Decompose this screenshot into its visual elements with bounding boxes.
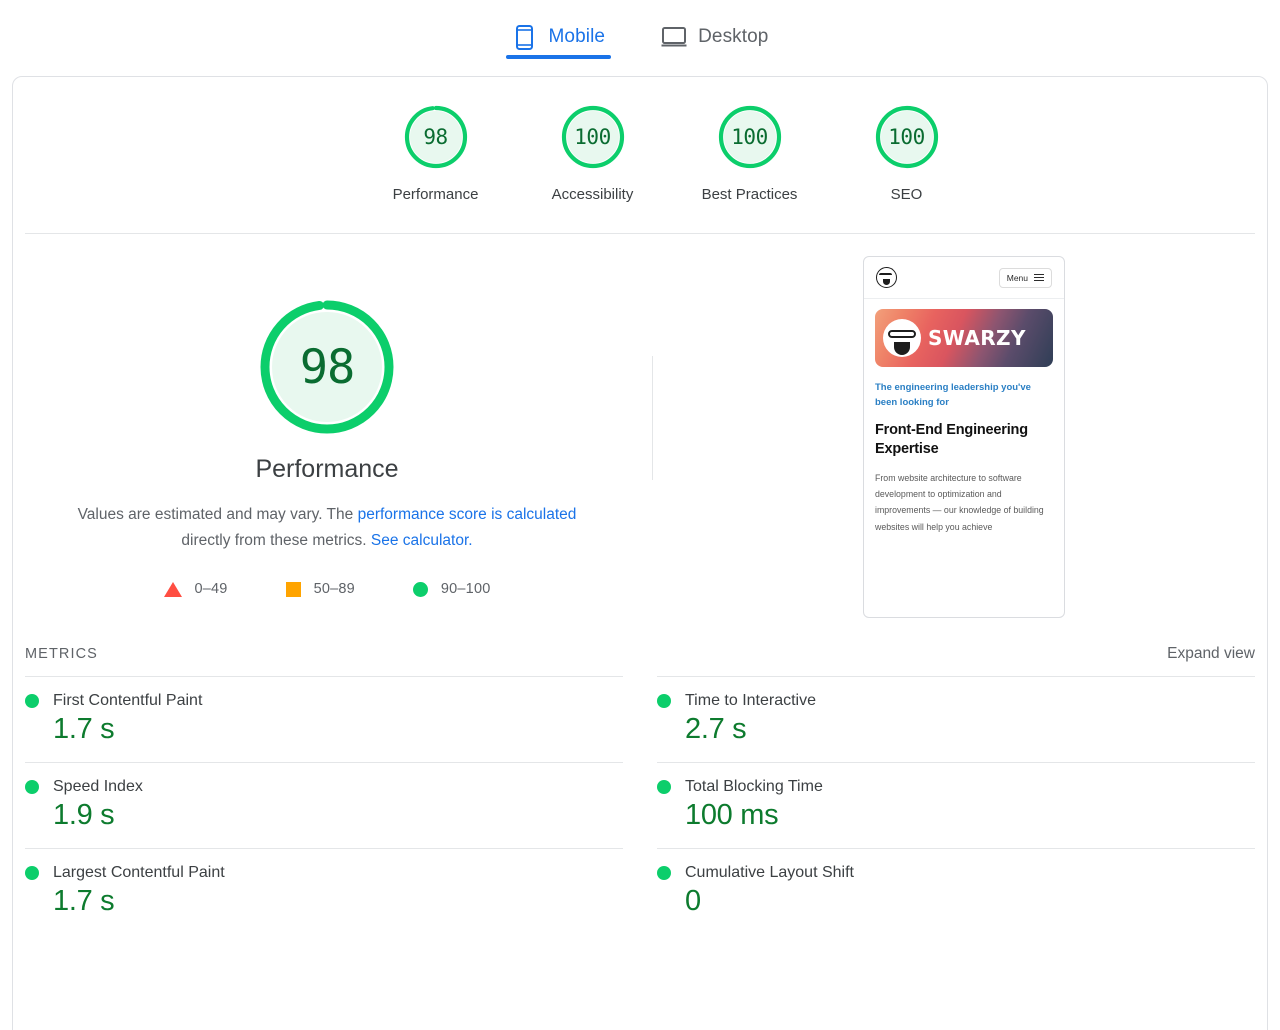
category-score-value-performance: 98 xyxy=(423,125,448,149)
performance-score-calculated-link[interactable]: performance score is calculated xyxy=(358,506,577,523)
status-good-icon xyxy=(657,694,671,708)
performance-gauge-large: 98 xyxy=(256,296,398,438)
metric-time-to-interactive[interactable]: Time to Interactive 2.7 s xyxy=(657,676,1255,762)
page-screenshot-panel: Menu SWARZY The engineering leadership y… xyxy=(641,256,1267,618)
legend-range-poor: 0–49 xyxy=(194,581,228,597)
legend-item-poor: 0–49 xyxy=(163,581,228,597)
site-menu-label: Menu xyxy=(1006,272,1028,283)
performance-title: Performance xyxy=(255,455,399,483)
metric-cumulative-layout-shift[interactable]: Cumulative Layout Shift 0 xyxy=(657,848,1255,934)
metric-value: 100 ms xyxy=(685,799,779,831)
gauge-ring-best-practices: 100 xyxy=(716,103,784,171)
banner-brand-text: SWARZY xyxy=(928,326,1026,350)
thumbnail-site-header: Menu xyxy=(864,257,1064,299)
site-heading-text: Front-End Engineering Expertise xyxy=(875,422,1028,457)
description-text-2: directly from these metrics. xyxy=(181,532,371,549)
metric-value: 1.7 s xyxy=(53,885,115,917)
category-score-seo[interactable]: 100 SEO xyxy=(828,103,985,203)
category-label-performance: Performance xyxy=(392,186,479,203)
site-paragraph-text: From website architecture to software de… xyxy=(875,473,1044,532)
metric-value: 1.9 s xyxy=(53,799,115,831)
status-good-icon xyxy=(25,780,39,794)
category-label-seo: SEO xyxy=(890,186,923,203)
category-score-value-best-practices: 100 xyxy=(731,125,768,149)
metric-header: Speed Index xyxy=(25,778,623,796)
gauge-ring-performance: 98 xyxy=(402,103,470,171)
metrics-grid: First Contentful Paint 1.7 s Time to Int… xyxy=(13,676,1267,934)
site-menu-button: Menu xyxy=(998,267,1052,288)
metric-label: Total Blocking Time xyxy=(685,778,823,795)
status-good-icon xyxy=(25,866,39,880)
legend-range-good: 90–100 xyxy=(440,581,491,597)
metric-header: Cumulative Layout Shift xyxy=(657,864,1255,882)
metric-header: First Contentful Paint xyxy=(25,692,623,710)
tab-mobile-label: Mobile xyxy=(548,26,606,47)
legend-item-average: 50–89 xyxy=(285,581,355,597)
thumbnail-site-body: SWARZY The engineering leadership you've… xyxy=(864,299,1064,535)
metric-largest-contentful-paint[interactable]: Largest Contentful Paint 1.7 s xyxy=(25,848,623,934)
category-score-best-practices[interactable]: 100 Best Practices xyxy=(671,103,828,203)
legend-range-average: 50–89 xyxy=(313,581,355,597)
metric-speed-index[interactable]: Speed Index 1.9 s xyxy=(25,762,623,848)
metric-value: 2.7 s xyxy=(685,713,747,745)
performance-description: Values are estimated and may vary. The p… xyxy=(62,502,592,554)
metrics-header: METRICS Expand view xyxy=(13,645,1267,663)
report-card: 98 Performance 100 Accessibility 100 Bes… xyxy=(12,76,1268,1030)
status-good-icon xyxy=(657,780,671,794)
tab-desktop[interactable]: Desktop xyxy=(655,4,774,62)
see-calculator-link[interactable]: See calculator. xyxy=(371,532,473,549)
hamburger-icon xyxy=(1034,273,1044,282)
description-text-1: Values are estimated and may vary. The xyxy=(77,506,358,523)
metrics-section-title: METRICS xyxy=(25,646,98,662)
category-score-value-accessibility: 100 xyxy=(574,125,611,149)
square-icon xyxy=(285,581,301,597)
metric-label: Time to Interactive xyxy=(685,692,817,709)
site-logo-icon xyxy=(876,267,897,288)
score-legend: 0–49 50–89 90–100 xyxy=(163,581,491,597)
expand-view-button[interactable]: Expand view xyxy=(1167,645,1255,663)
legend-item-good: 90–100 xyxy=(412,581,491,597)
site-kicker-text: The engineering leadership you've been l… xyxy=(875,382,1031,408)
mobile-phone-icon xyxy=(512,24,538,50)
desktop-monitor-icon xyxy=(661,24,687,50)
gauge-ring-accessibility: 100 xyxy=(559,103,627,171)
metric-first-contentful-paint[interactable]: First Contentful Paint 1.7 s xyxy=(25,676,623,762)
category-score-performance[interactable]: 98 Performance xyxy=(357,103,514,203)
metric-total-blocking-time[interactable]: Total Blocking Time 100 ms xyxy=(657,762,1255,848)
category-score-value-seo: 100 xyxy=(888,125,925,149)
category-label-best-practices: Best Practices xyxy=(701,186,798,203)
metric-label: First Contentful Paint xyxy=(53,692,203,709)
site-hero-banner: SWARZY xyxy=(875,309,1053,367)
metric-value: 1.7 s xyxy=(53,713,115,745)
category-score-strip: 98 Performance 100 Accessibility 100 Bes… xyxy=(357,77,1267,203)
banner-avatar-icon xyxy=(883,319,921,357)
performance-score-value: 98 xyxy=(299,339,356,395)
triangle-icon xyxy=(163,581,182,597)
status-good-icon xyxy=(657,866,671,880)
performance-hero: 98 Performance Values are estimated and … xyxy=(13,234,1267,618)
gauge-ring-seo: 100 xyxy=(873,103,941,171)
category-label-accessibility: Accessibility xyxy=(551,186,634,203)
metric-label: Cumulative Layout Shift xyxy=(685,864,854,881)
vertical-divider xyxy=(652,356,653,480)
metric-label: Speed Index xyxy=(53,778,143,795)
tab-active-indicator xyxy=(505,55,612,59)
performance-summary: 98 Performance Values are estimated and … xyxy=(13,256,641,618)
page-screenshot-thumbnail: Menu SWARZY The engineering leadership y… xyxy=(863,256,1065,618)
tab-mobile[interactable]: Mobile xyxy=(505,4,612,62)
metric-header: Largest Contentful Paint xyxy=(25,864,623,882)
device-tab-bar: Mobile Desktop xyxy=(0,0,1280,62)
metric-header: Total Blocking Time xyxy=(657,778,1255,796)
circle-icon xyxy=(412,581,428,597)
metric-header: Time to Interactive xyxy=(657,692,1255,710)
status-good-icon xyxy=(25,694,39,708)
metric-value: 0 xyxy=(685,885,701,917)
tab-desktop-label: Desktop xyxy=(698,26,769,47)
category-score-accessibility[interactable]: 100 Accessibility xyxy=(514,103,671,203)
metric-label: Largest Contentful Paint xyxy=(53,864,225,881)
